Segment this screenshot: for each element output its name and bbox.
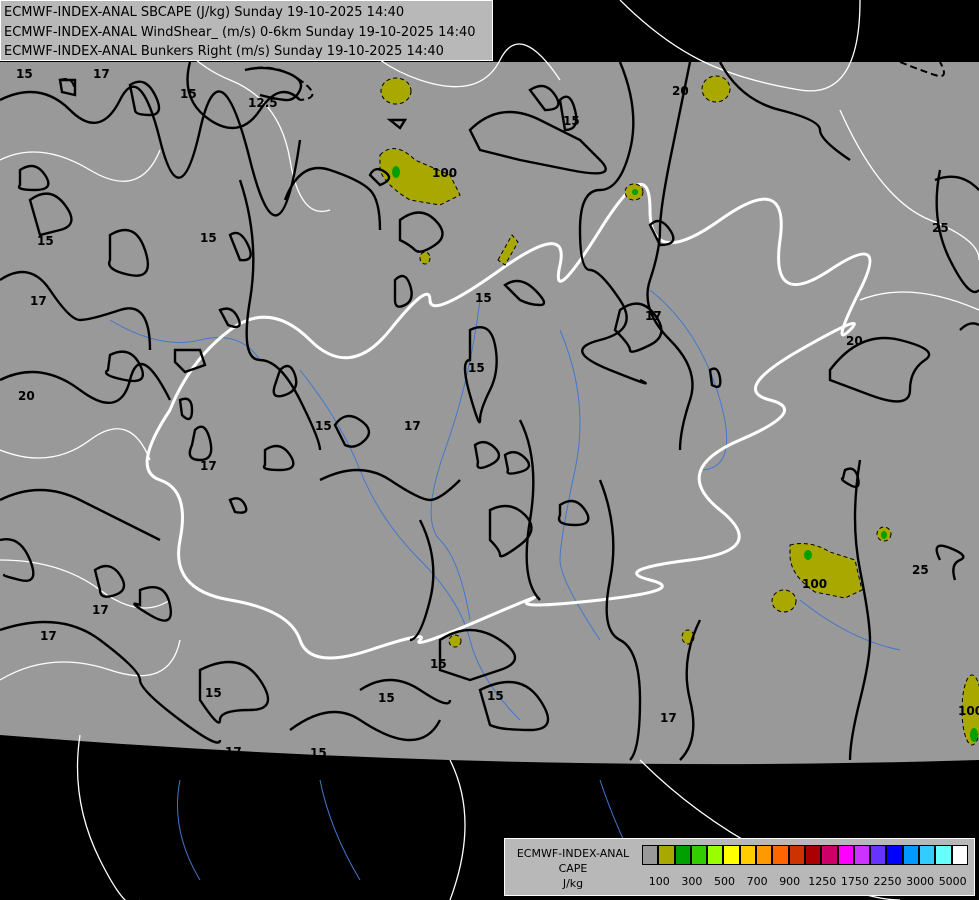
legend-swatch <box>886 845 903 865</box>
legend-swatch <box>902 845 920 865</box>
contour-label: 100 <box>432 166 457 180</box>
legend-swatch <box>788 845 805 865</box>
legend-ticks: 100 300 500 700 900 1250 1750 2250 3000 5000 <box>642 875 972 889</box>
contour-label: 17 <box>200 459 217 473</box>
legend-swatch <box>853 845 871 865</box>
legend-tick-label: 500 <box>714 875 735 888</box>
contour-label: 12.5 <box>248 96 278 110</box>
legend-swatch <box>690 845 708 865</box>
contour-label: 15 <box>200 231 217 245</box>
legend-tick-label: 1250 <box>808 875 837 888</box>
legend-tick-label: 100 <box>648 875 670 888</box>
legend-tick-label: 1750 <box>840 875 869 888</box>
contour-label: 100 <box>802 577 827 591</box>
contour-label: 15 <box>310 746 327 760</box>
contour-label: 15 <box>378 691 395 705</box>
legend-tick-label: 700 <box>746 875 768 888</box>
legend-name: ECMWF-INDEX-ANAL <box>516 847 630 860</box>
legend-tick-label: 900 <box>779 875 801 888</box>
contour-label: 17 <box>30 294 47 308</box>
title-box: ECMWF-INDEX-ANAL SBCAPE (J/kg) Sunday 19… <box>0 0 493 61</box>
contour-label: 15 <box>475 291 492 305</box>
contour-label: 20 <box>672 84 689 98</box>
title-bunkers: ECMWF-INDEX-ANAL Bunkers Right (m/s) Sun… <box>4 44 444 59</box>
contour-label: 15 <box>205 686 222 700</box>
legend-swatch <box>804 845 822 865</box>
contour-label: 25 <box>912 563 929 577</box>
legend-swatch <box>951 845 968 865</box>
contour-label: 15 <box>315 419 332 433</box>
legend-swatch <box>642 845 659 865</box>
contour-label: 15 <box>430 657 447 671</box>
legend-swatch <box>837 845 854 865</box>
contour-label: 15 <box>487 689 504 703</box>
contour-label: 17 <box>40 629 57 643</box>
contour-label: 17 <box>92 603 109 617</box>
contour-label: 25 <box>932 221 949 235</box>
contour-label: 17 <box>404 419 421 433</box>
contour-label: 20 <box>18 389 35 403</box>
contour-label: 15 <box>180 87 197 101</box>
model-domain <box>0 62 979 765</box>
legend-swatches <box>642 845 968 865</box>
legend-swatch <box>723 845 740 865</box>
legend-tick-label: 2250 <box>873 875 902 888</box>
legend-swatch <box>658 845 675 865</box>
legend-swatch <box>756 845 773 865</box>
legend-swatch <box>919 845 936 865</box>
title-sbcape: ECMWF-INDEX-ANAL SBCAPE (J/kg) Sunday 19… <box>4 5 405 20</box>
title-windshear: ECMWF-INDEX-ANAL WindShear_ (m/s) 0-6km … <box>4 24 476 40</box>
legend-units: J/kg <box>562 877 584 890</box>
legend-swatch <box>821 845 838 865</box>
contour-label: 17 <box>660 711 677 725</box>
contour-label: 15 <box>468 361 485 375</box>
legend-tick-label: 300 <box>681 875 703 888</box>
weather-map: 12.5 15 15 15 15 15 15 15 15 15 15 15 15… <box>0 0 979 900</box>
legend-swatch <box>739 845 757 865</box>
contour-label: 15 <box>37 234 54 248</box>
contour-label: 20 <box>846 334 863 348</box>
contour-label: 17 <box>225 745 242 759</box>
legend-tick-label: 5000 <box>938 875 967 888</box>
legend-swatch <box>674 845 691 865</box>
contour-label: 15 <box>16 67 33 81</box>
legend-swatch <box>772 845 789 865</box>
contour-label: 17 <box>93 67 110 81</box>
legend-name: CAPE <box>558 862 588 875</box>
cape-legend: ECMWF-INDEX-ANAL CAPE J/kg 100 300 500 700 9… <box>504 838 975 896</box>
contour-label: 17 <box>645 309 662 323</box>
legend-swatch <box>935 845 952 865</box>
legend-swatch <box>707 845 724 865</box>
contour-label: 15 <box>563 114 580 128</box>
legend-tick-label: 3000 <box>906 875 935 888</box>
legend-swatch <box>870 845 887 865</box>
contour-label: 100 <box>958 704 979 718</box>
